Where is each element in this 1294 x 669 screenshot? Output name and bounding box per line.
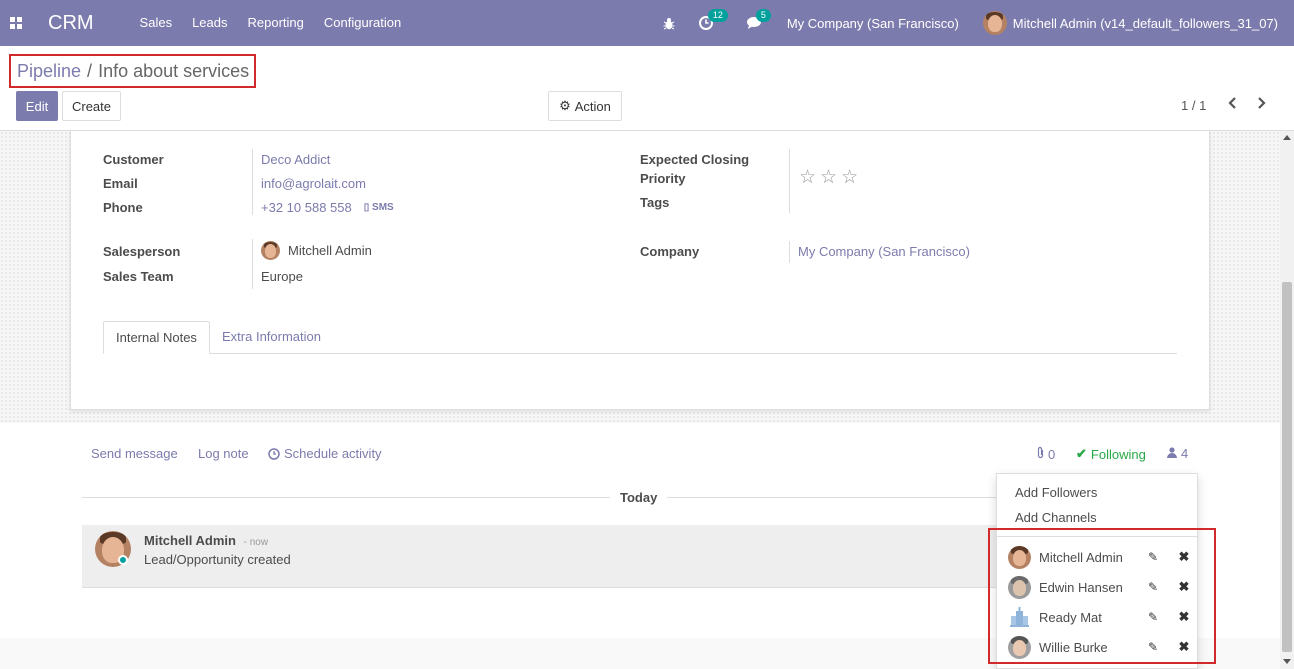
scrollbar-thumb[interactable] (1282, 282, 1292, 652)
breadcrumb-separator: / (87, 60, 93, 81)
chevron-left-icon[interactable] (1228, 96, 1238, 115)
clock-icon[interactable]: 12 (698, 9, 728, 30)
chat-icon[interactable]: 5 (746, 9, 771, 30)
followers-highlight-box (988, 528, 1216, 664)
create-button[interactable]: Create (62, 91, 121, 121)
field-separator (789, 241, 790, 263)
menu-item-leads[interactable]: Leads (182, 0, 237, 46)
company-label: Company (640, 244, 700, 259)
top-navbar: CRM Sales Leads Reporting Configuration … (0, 0, 1294, 46)
phone-field: +32 10 588 558 ▯ SMS (261, 200, 394, 215)
control-panel: Pipeline / Info about services Edit Crea… (0, 46, 1294, 131)
attachments-count: 0 (1048, 446, 1056, 462)
breadcrumb-current: Info about services (98, 60, 250, 81)
email-value[interactable]: info@agrolait.com (261, 176, 366, 191)
company-value[interactable]: My Company (San Francisco) (798, 244, 970, 259)
app-brand[interactable]: CRM (48, 12, 94, 35)
company-switcher[interactable]: My Company (San Francisco) (787, 16, 959, 31)
customer-label: Customer (103, 152, 164, 167)
message-author: Mitchell Admin - now (144, 533, 268, 548)
menu-item-sales[interactable]: Sales (130, 0, 183, 46)
field-separator (789, 149, 790, 213)
action-label: Action (574, 98, 611, 114)
star-icon[interactable]: ☆ (799, 166, 816, 189)
bug-icon[interactable] (663, 17, 675, 30)
followers-count: 4 (1181, 446, 1189, 461)
salesperson-field: Mitchell Admin (261, 241, 372, 260)
priority-stars: ☆ ☆ ☆ (799, 166, 858, 189)
breadcrumb-pipeline[interactable]: Pipeline (17, 61, 81, 82)
following-button[interactable]: ✔ Following (1076, 446, 1146, 462)
online-status-icon (118, 555, 128, 565)
star-icon[interactable]: ☆ (820, 166, 837, 189)
attachments-button[interactable]: 0 (1036, 446, 1055, 462)
message-body: Lead/Opportunity created (144, 552, 291, 567)
messages-count-badge: 5 (755, 9, 771, 22)
main-menu: Sales Leads Reporting Configuration (130, 0, 412, 46)
scroll-down-arrow-icon[interactable] (1283, 659, 1291, 664)
schedule-activity-label: Schedule activity (284, 446, 382, 461)
user-icon (1167, 446, 1177, 461)
clock-icon (268, 447, 280, 460)
mobile-icon: ▯ (363, 202, 370, 213)
send-message-button[interactable]: Send message (91, 446, 178, 461)
tab-internal-notes[interactable]: Internal Notes (103, 321, 210, 354)
pager-value[interactable]: 1 / 1 (1181, 98, 1206, 113)
following-label: Following (1090, 446, 1146, 462)
sms-label: SMS (372, 202, 394, 213)
followers-button[interactable]: 4 (1167, 446, 1188, 461)
action-button[interactable]: ⚙ Action (548, 91, 622, 121)
activity-count-badge: 12 (707, 9, 728, 22)
menu-item-reporting[interactable]: Reporting (238, 0, 314, 46)
sales-team-value[interactable]: Europe (261, 269, 303, 284)
chatter-message: Mitchell Admin - now Lead/Opportunity cr… (82, 525, 998, 588)
phone-label: Phone (103, 200, 143, 215)
menu-item-configuration[interactable]: Configuration (314, 0, 411, 46)
customer-value[interactable]: Deco Addict (261, 152, 330, 167)
user-avatar (982, 11, 1007, 35)
field-separator (252, 149, 253, 215)
phone-value[interactable]: +32 10 588 558 (261, 200, 352, 215)
navbar-systray: 12 5 My Company (San Francisco) Mitchell… (653, 0, 1294, 46)
apps-grid-icon[interactable] (0, 0, 32, 46)
add-channels-button[interactable]: Add Channels (1015, 510, 1097, 525)
message-date: - now (243, 537, 269, 548)
notebook-tabs: Internal Notes Extra Information (103, 321, 1177, 354)
user-name: Mitchell Admin (v14_default_followers_31… (1012, 15, 1278, 31)
form-sheet: Customer Email Phone Deco Addict info@ag… (70, 131, 1210, 410)
email-label: Email (103, 176, 138, 191)
salesperson-label: Salesperson (103, 244, 181, 259)
tags-label: Tags (640, 195, 670, 210)
chevron-right-icon[interactable] (1256, 96, 1266, 115)
paperclip-icon (1036, 446, 1045, 462)
check-icon: ✔ (1076, 446, 1087, 461)
sales-team-label: Sales Team (103, 269, 174, 284)
salesperson-avatar (261, 241, 280, 260)
user-menu[interactable]: Mitchell Admin (v14_default_followers_31… (982, 11, 1278, 35)
salesperson-value[interactable]: Mitchell Admin (288, 243, 372, 258)
log-note-button[interactable]: Log note (198, 446, 249, 461)
date-separator: Today (610, 490, 668, 505)
edit-button[interactable]: Edit (16, 91, 58, 121)
priority-label: Priority (640, 171, 686, 186)
schedule-activity-button[interactable]: Schedule activity (268, 446, 382, 461)
scroll-up-arrow-icon[interactable] (1283, 135, 1291, 140)
gear-icon: ⚙ (559, 98, 571, 113)
expected-closing-label: Expected Closing (640, 152, 750, 167)
add-followers-button[interactable]: Add Followers (1015, 485, 1097, 500)
sms-button[interactable]: ▯ SMS (364, 202, 394, 213)
message-author-name[interactable]: Mitchell Admin (144, 533, 236, 548)
tab-extra-information[interactable]: Extra Information (210, 321, 333, 354)
breadcrumb: Pipeline / Info about services (9, 54, 256, 88)
star-icon[interactable]: ☆ (841, 166, 858, 189)
field-separator (252, 239, 253, 289)
